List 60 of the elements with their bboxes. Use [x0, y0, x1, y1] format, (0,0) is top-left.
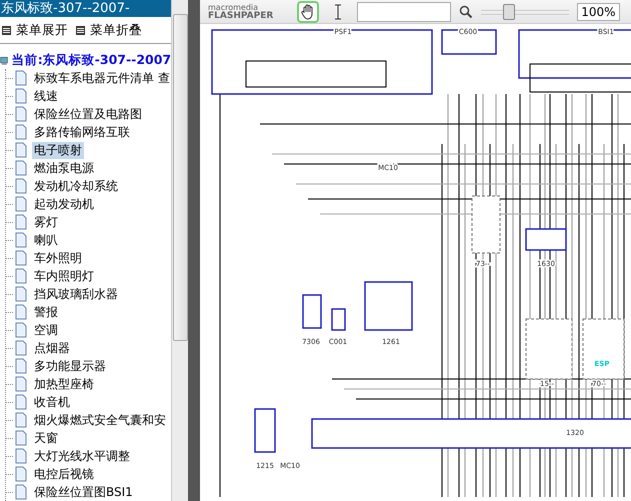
- tree-root[interactable]: 当前:东风标致-307--2007: [12, 52, 172, 69]
- page-icon: [13, 196, 29, 212]
- tree-item[interactable]: 收音机: [32, 394, 72, 410]
- tree-item[interactable]: 点烟器: [32, 340, 72, 356]
- page-icon: [13, 466, 29, 482]
- tree-item[interactable]: 雾灯: [32, 214, 60, 230]
- tree-item[interactable]: 保险丝位置图BSI1: [32, 484, 135, 500]
- page-icon: [13, 340, 29, 356]
- page-icon: [13, 160, 29, 176]
- tree-item[interactable]: 挡风玻璃刮水器: [32, 286, 120, 302]
- page-icon: [13, 124, 29, 140]
- tree-item[interactable]: 燃油泵电源: [32, 160, 96, 176]
- zoom-field[interactable]: 100%: [577, 2, 620, 20]
- tree-item[interactable]: 车内照明灯: [32, 268, 96, 284]
- page-icon: [13, 250, 29, 266]
- page-icon: [13, 232, 29, 248]
- tree-item[interactable]: 发动机冷却系统: [32, 178, 120, 194]
- page-icon: [13, 106, 29, 122]
- page-icon: [13, 448, 29, 464]
- menu-button[interactable]: 菜单展开: [2, 22, 68, 39]
- tree-item[interactable]: 起动发动机: [32, 196, 96, 212]
- tree-item[interactable]: 保险丝位置及电路图: [32, 106, 144, 122]
- tree-item[interactable]: 加热型座椅: [32, 376, 96, 392]
- tree-item[interactable]: 大灯光线水平调整: [32, 448, 132, 464]
- tree-item[interactable]: 标致车系电器元件清单 查: [32, 70, 172, 86]
- tree-item[interactable]: 警报: [32, 304, 60, 320]
- hand-icon: [301, 4, 316, 20]
- tree-item[interactable]: 烟火爆燃式安全气囊和安: [32, 412, 168, 428]
- tree-item[interactable]: 车外照明: [32, 250, 84, 266]
- page-icon: [13, 142, 29, 158]
- menu-button[interactable]: 菜单折叠: [76, 22, 142, 39]
- sidebar-title: 东风标致-307--2007-: [0, 0, 172, 17]
- page-icon: [13, 412, 29, 428]
- search-icon[interactable]: [459, 4, 474, 18]
- logo: macromedia FLASHPAPER: [208, 2, 274, 20]
- tree-item[interactable]: 空调: [32, 322, 60, 338]
- page-icon: [13, 376, 29, 392]
- tree-item[interactable]: 线速: [32, 88, 60, 104]
- tree-item[interactable]: 电子喷射: [32, 142, 84, 158]
- page-icon: [13, 430, 29, 446]
- tree-item[interactable]: 天窗: [32, 430, 60, 446]
- page-icon: [13, 322, 29, 338]
- page-icon: [13, 178, 29, 194]
- page-icon: [13, 484, 29, 500]
- page-icon: [13, 394, 29, 410]
- page-icon: [13, 214, 29, 230]
- page-icon: [13, 286, 29, 302]
- page-icon: [13, 304, 29, 320]
- page-icon: [13, 268, 29, 284]
- page-icon: [13, 358, 29, 374]
- tree-item[interactable]: 多功能显示器: [32, 358, 108, 374]
- text-cursor-icon: [334, 4, 342, 20]
- page-icon: [13, 70, 29, 86]
- tree-item[interactable]: 喇叭: [32, 232, 60, 248]
- scrollbar[interactable]: [171, 0, 188, 501]
- tree-item[interactable]: 多路传输网络互联: [32, 124, 132, 140]
- tree-item[interactable]: 电控后视镜: [32, 466, 96, 482]
- page-icon: [13, 88, 29, 104]
- search-field[interactable]: [357, 2, 452, 22]
- tool-button[interactable]: [297, 0, 320, 22]
